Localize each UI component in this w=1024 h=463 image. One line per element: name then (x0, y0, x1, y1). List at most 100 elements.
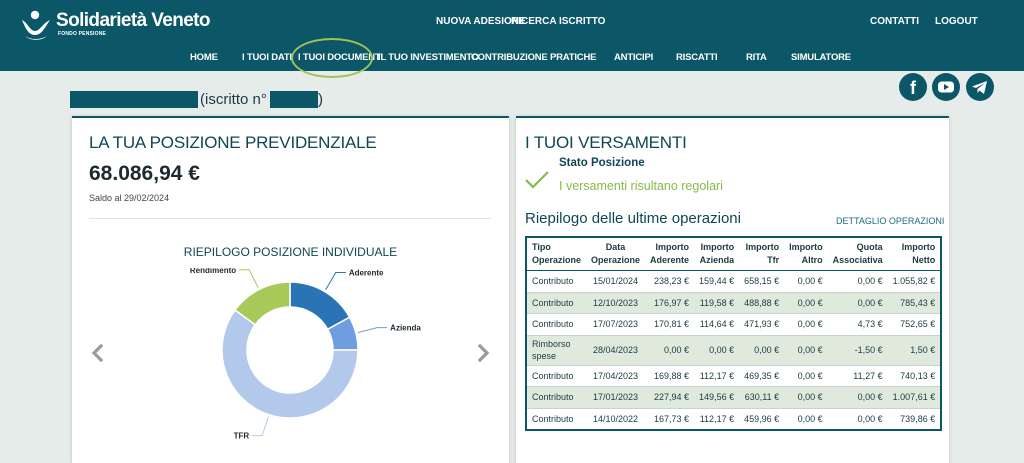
nav-home[interactable]: HOME (190, 52, 218, 63)
contatti-link[interactable]: CONTATTI (870, 16, 919, 27)
column-header-line: Operazione (532, 255, 582, 265)
table-cell: 17/07/2023 (586, 313, 646, 336)
column-header: Importo Netto (887, 237, 942, 271)
table-row[interactable]: Contributo 17/04/2023 169,88 €112,17 €469,… (526, 365, 942, 387)
table-cell: Contributo (526, 270, 587, 293)
slice-leader-line (239, 269, 259, 288)
table-cell: 4,73 € (827, 313, 888, 336)
saldo-date: Saldo al 29/02/2024 (89, 193, 170, 203)
table-body: Contributo 15/01/2024 238,23 €159,44 €658,… (526, 270, 942, 431)
table-cell: Contributo (526, 408, 587, 431)
table-cell: 149,56 € (694, 386, 740, 409)
table-row[interactable]: Contributo 12/10/2023 176,97 €119,58 €488,… (526, 292, 942, 314)
telegram-icon[interactable] (966, 73, 994, 101)
table-cell: 488,88 € (739, 292, 785, 314)
table-row[interactable]: Contributo 14/10/2022 167,73 €112,17 €459,… (526, 408, 942, 431)
slice-label: Azienda (390, 324, 421, 333)
table-cell: 0,00 € (827, 386, 888, 409)
slice-leader-line (357, 327, 388, 334)
versamenti-title: I TUOI VERSAMENTI (525, 133, 687, 152)
table-cell: 469,35 € (739, 365, 785, 387)
nav-riscatti[interactable]: RISCATTI (676, 52, 718, 63)
stato-posizione-value: I versamenti risultano regolari (559, 179, 723, 193)
table-cell: Contributo (526, 365, 587, 387)
column-header: Importo Aderente (645, 237, 695, 271)
nav-i-tuoi-dati[interactable]: I TUOI DATI (242, 52, 292, 63)
column-header: Importo Tfr (739, 237, 785, 271)
youtube-icon[interactable] (932, 73, 960, 101)
table-cell: 28/04/2023 (586, 335, 646, 366)
check-icon (525, 171, 549, 189)
logout-link[interactable]: LOGOUT (935, 16, 978, 27)
table-cell: 0,00 € (784, 386, 828, 409)
table-cell: 740,13 € (887, 365, 942, 387)
table-cell: 739,86 € (887, 408, 942, 431)
table-row[interactable]: Contributo 17/01/2023 227,94 €149,56 €630,… (526, 386, 942, 409)
table-row[interactable]: Rimborso spese 28/04/2023 0,00 €0,00 €0,00… (526, 335, 942, 366)
table-cell: 0,00 € (784, 408, 828, 431)
ricerca-iscritto-link[interactable]: RICERCA ISCRITTO (511, 16, 605, 27)
iscritto-label: (iscritto n° (200, 91, 267, 108)
table-cell: 0,00 € (784, 270, 828, 293)
redacted-user-name (70, 91, 198, 108)
chart-title: RIEPILOGO POSIZIONE INDIVIDUALE (183, 245, 398, 259)
table-cell: 0,00 € (827, 408, 888, 431)
table-cell: 1.007,61 € (887, 386, 942, 409)
column-header-line: Azienda (699, 255, 735, 265)
table-cell: 167,73 € (645, 408, 695, 431)
nav-il-tuo-investimento[interactable]: IL TUO INVESTIMENTO (378, 52, 479, 63)
dettaglio-operazioni-link[interactable]: DETTAGLIO OPERAZIONI (836, 216, 944, 226)
table-cell: 0,00 € (694, 335, 740, 366)
redacted-iscritto-number (270, 91, 318, 108)
posizione-amount: 68.086,94 € (89, 162, 200, 185)
table-cell: 12/10/2023 (586, 292, 646, 314)
table-cell: 658,15 € (739, 270, 785, 293)
table-cell: 0,00 € (739, 335, 785, 366)
posizione-title: LA TUA POSIZIONE PREVIDENZIALE (89, 133, 377, 152)
column-header-line: Importo (901, 242, 936, 252)
column-header: Tipo Operazione (526, 237, 587, 271)
table-row[interactable]: Contributo 17/07/2023 170,81 €114,64 €471,… (526, 313, 942, 336)
table-cell: 17/04/2023 (586, 365, 646, 387)
nav-simulatore[interactable]: SIMULATORE (791, 52, 851, 63)
column-header-line: Importo (655, 242, 690, 252)
column-header-line: Associativa (832, 255, 883, 265)
column-header-line: Quota (856, 242, 883, 252)
nav-anticipi[interactable]: ANTICIPI (614, 52, 653, 63)
column-header-line: Tipo (532, 242, 551, 252)
slice-label: TFR (234, 432, 250, 441)
versamenti-card: I TUOI VERSAMENTI Stato Posizione I vers… (516, 116, 949, 463)
operations-table: Tipo Operazione Data Operazione Importo Adere… (525, 236, 943, 431)
table-cell: Rimborso spese (526, 335, 587, 366)
brand-name: Solidarietà Veneto (56, 10, 211, 31)
slice-leader-line (252, 416, 269, 437)
table-cell: Contributo (526, 292, 587, 314)
nav-contribuzione[interactable]: CONTRIBUZIONE (471, 52, 548, 63)
column-header-line: Aderente (650, 255, 690, 265)
column-header-line: Importo (700, 242, 735, 252)
nav-rita[interactable]: RITA (746, 52, 767, 63)
table-cell: 0,00 € (784, 365, 828, 387)
table-cell: 0,00 € (784, 313, 828, 336)
table-header: Tipo Operazione Data Operazione Importo Adere… (526, 237, 942, 271)
column-header-line: Importo (745, 242, 780, 252)
table-cell: Contributo (526, 386, 587, 409)
column-header-line: Operazione (591, 255, 641, 265)
brand-logo[interactable]: Solidarietà Veneto FONDO PENSIONE (20, 8, 211, 40)
table-cell: 227,94 € (645, 386, 695, 409)
table-cell: 112,17 € (694, 408, 740, 431)
table-cell: 0,00 € (784, 292, 828, 314)
nav-pratiche[interactable]: PRATICHE (550, 52, 596, 63)
table-row[interactable]: Contributo 15/01/2024 238,23 €159,44 €658,… (526, 270, 942, 293)
table-cell: 112,17 € (694, 365, 740, 387)
column-header-line: Tfr (767, 255, 780, 265)
svg-text:f: f (910, 78, 917, 98)
facebook-icon[interactable]: f (899, 73, 927, 101)
table-cell: 1,50 € (887, 335, 942, 366)
table-cell: 0,00 € (645, 335, 695, 366)
divider (89, 218, 491, 219)
table-cell: 169,88 € (645, 365, 695, 387)
table-cell: 15/01/2024 (586, 270, 646, 293)
column-header: Importo Azienda (694, 237, 740, 271)
table-cell: 0,00 € (784, 335, 828, 366)
